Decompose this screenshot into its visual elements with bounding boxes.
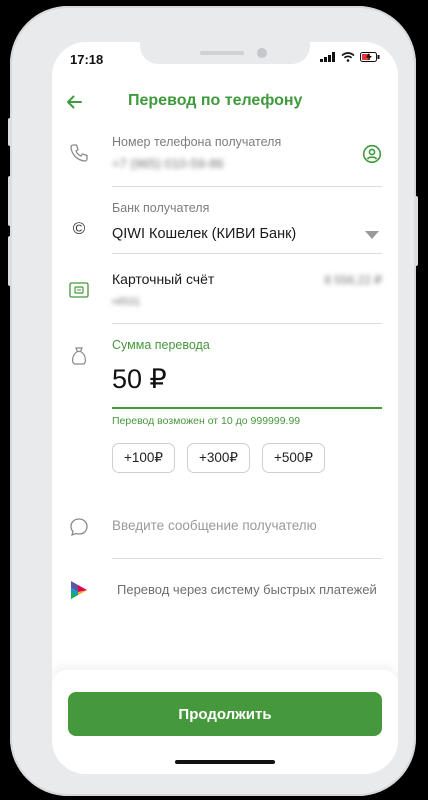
- bottom-action-bar: Продолжить: [52, 670, 398, 774]
- back-arrow-icon[interactable]: [64, 92, 84, 112]
- status-icons: [320, 52, 380, 62]
- quick-amount-100-button[interactable]: +100₽: [112, 443, 175, 473]
- phone-frame: 17:18 Перевод по телефону Номер телефона…: [8, 6, 418, 796]
- wifi-icon: [341, 52, 355, 62]
- page-title: Перевод по телефону: [128, 92, 303, 109]
- phone-label: Номер телефона получателя: [112, 135, 282, 149]
- bank-select[interactable]: QIWI Кошелек (КИВИ Банк): [112, 226, 296, 242]
- signal-icon: [320, 52, 335, 62]
- divider: [112, 253, 382, 254]
- bank-icon: ©: [72, 219, 86, 238]
- header: Перевод по телефону: [52, 90, 398, 114]
- money-bag-icon: [71, 347, 87, 365]
- account-number: •4531: [112, 296, 141, 308]
- quick-amount-500-button[interactable]: +500₽: [262, 443, 325, 473]
- divider: [112, 186, 382, 187]
- phone-icon: [70, 144, 88, 162]
- message-input[interactable]: Введите сообщение получателю: [112, 518, 317, 533]
- side-button: [8, 236, 12, 286]
- bank-label: Банк получателя: [112, 201, 210, 215]
- contacts-icon[interactable]: [362, 144, 382, 164]
- notch: [140, 42, 310, 64]
- phone-input[interactable]: +7 (965) 010-59-86: [112, 156, 224, 171]
- amount-hint: Перевод возможен от 10 до 999999.99: [112, 415, 301, 427]
- amount-input[interactable]: 50 ₽: [112, 364, 167, 395]
- side-button: [414, 196, 418, 266]
- account-name[interactable]: Карточный счёт: [112, 271, 214, 287]
- sbp-text: Перевод через систему быстрых платежей: [117, 582, 377, 597]
- divider: [112, 558, 382, 559]
- divider: [112, 323, 382, 324]
- battery-charging-icon: [360, 52, 380, 62]
- continue-button[interactable]: Продолжить: [68, 692, 382, 736]
- sbp-logo-icon: [71, 581, 87, 599]
- amount-label: Сумма перевода: [112, 338, 210, 352]
- side-button: [8, 176, 12, 226]
- card-account-icon: [69, 282, 89, 298]
- amount-underline: [112, 407, 382, 409]
- side-button: [8, 118, 12, 146]
- status-time: 17:18: [70, 52, 104, 67]
- home-indicator[interactable]: [175, 760, 275, 764]
- quick-amount-300-button[interactable]: +300₽: [187, 443, 250, 473]
- message-bubble-icon: [70, 518, 88, 537]
- app-screen: 17:18 Перевод по телефону Номер телефона…: [52, 42, 398, 774]
- account-balance: 8 556,22 ₽: [324, 273, 382, 287]
- chevron-down-icon[interactable]: [364, 230, 380, 240]
